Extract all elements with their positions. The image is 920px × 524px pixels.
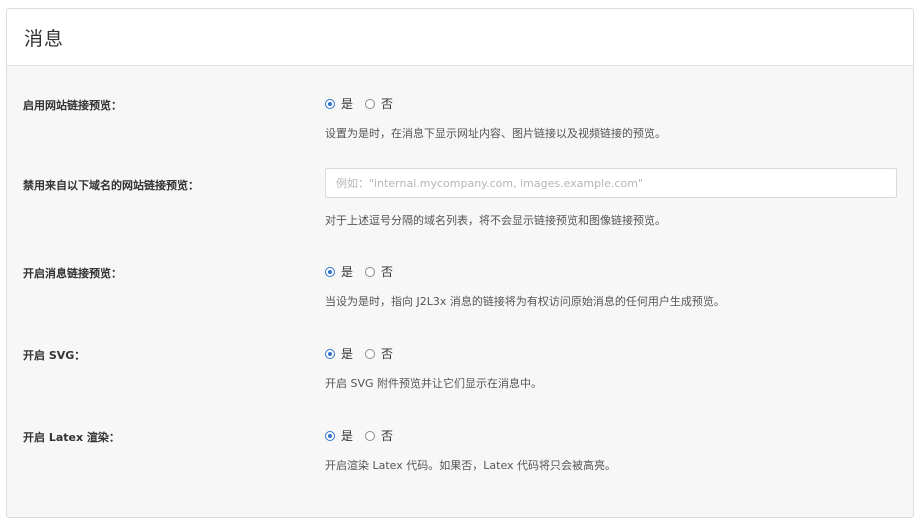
radio-yes-label: 是	[341, 429, 354, 443]
radio-no[interactable]: 否	[365, 427, 405, 444]
setting-help-text: 开启 SVG 附件预览并让它们显示在消息中。	[325, 377, 543, 390]
radio-checked-icon[interactable]	[325, 98, 335, 109]
radio-no-label: 否	[381, 97, 394, 111]
radio-yes[interactable]: 是	[325, 263, 365, 280]
latex-radio-group: 是 否	[325, 427, 405, 444]
radio-no-label: 否	[381, 265, 394, 279]
radio-yes[interactable]: 是	[325, 345, 365, 362]
radio-yes-label: 是	[341, 265, 354, 279]
radio-no-label: 否	[381, 429, 394, 443]
radio-checked-icon[interactable]	[325, 430, 335, 441]
setting-label: 启用网站链接预览：	[23, 99, 122, 112]
radio-yes[interactable]: 是	[325, 427, 365, 444]
setting-label: 开启消息链接预览：	[23, 267, 122, 280]
setting-help-text: 设置为是时，在消息下显示网址内容、图片链接以及视频链接的预览。	[325, 127, 666, 140]
link-previews-radio-group: 是 否	[325, 95, 405, 112]
setting-help-text: 当设为是时，指向 J2L3x 消息的链接将为有权访问原始消息的任何用户生成预览。	[325, 295, 725, 308]
radio-checked-icon[interactable]	[325, 348, 335, 359]
radio-no[interactable]: 否	[365, 345, 405, 362]
radio-unchecked-icon[interactable]	[365, 266, 376, 277]
disabled-domains-input[interactable]	[325, 168, 897, 198]
setting-label: 开启 Latex 渲染：	[23, 431, 120, 444]
radio-unchecked-icon[interactable]	[365, 348, 376, 359]
setting-help-text: 开启渲染 Latex 代码。如果否，Latex 代码将只会被高亮。	[325, 459, 617, 472]
radio-checked-icon[interactable]	[325, 266, 335, 277]
radio-yes[interactable]: 是	[325, 95, 365, 112]
radio-no[interactable]: 否	[365, 95, 405, 112]
panel-title: 消息	[24, 28, 65, 50]
radio-yes-label: 是	[341, 347, 354, 361]
radio-no-label: 否	[381, 347, 394, 361]
messages-settings-panel: 消息 启用网站链接预览： 是 否 设置为是时，在消息下显示网址内容、图片链接以及…	[6, 8, 914, 518]
setting-label: 开启 SVG：	[23, 349, 86, 362]
setting-help-text: 对于上述逗号分隔的域名列表，将不会显示链接预览和图像链接预览。	[325, 214, 666, 227]
message-link-previews-radio-group: 是 否	[325, 263, 405, 280]
radio-yes-label: 是	[341, 97, 354, 111]
radio-no[interactable]: 否	[365, 263, 405, 280]
svg-radio-group: 是 否	[325, 345, 405, 362]
radio-unchecked-icon[interactable]	[365, 430, 376, 441]
radio-unchecked-icon[interactable]	[365, 98, 376, 109]
setting-label: 禁用来自以下域名的网站链接预览：	[23, 179, 199, 192]
panel-header: 消息	[7, 9, 913, 66]
